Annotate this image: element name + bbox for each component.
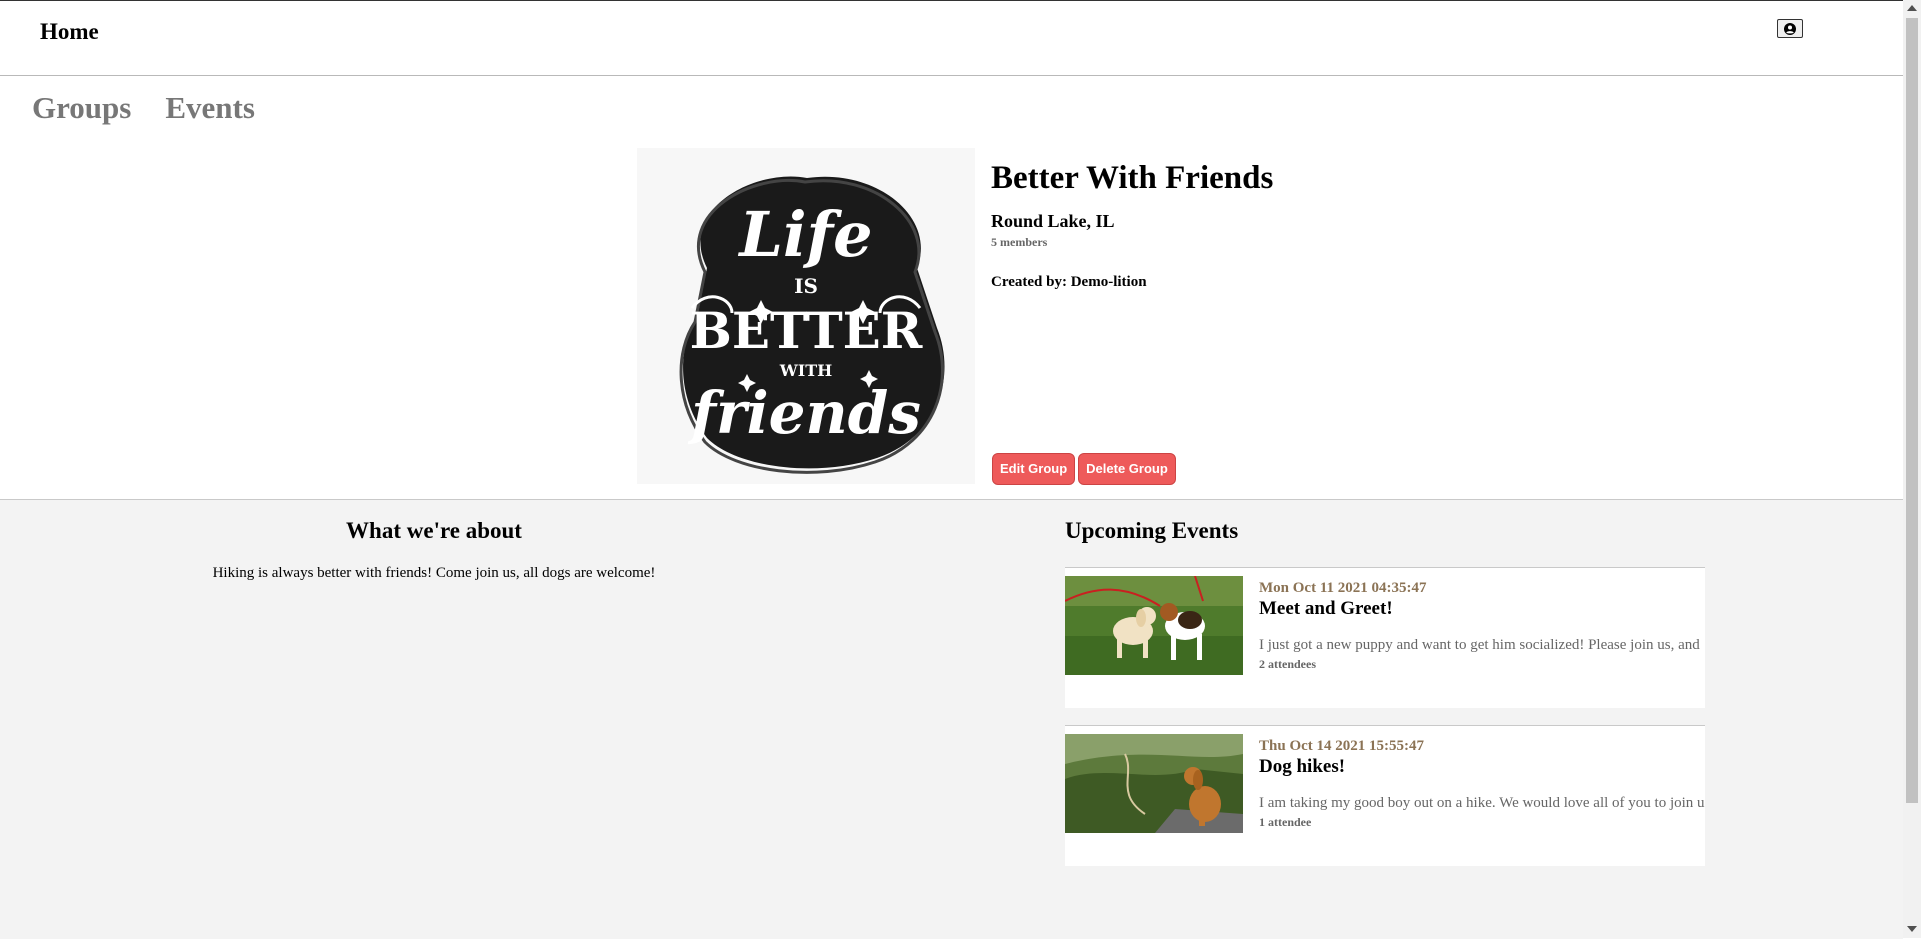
event-date: Thu Oct 14 2021 15:55:47 [1259, 738, 1424, 754]
group-info: Better With Friends Round Lake, IL 5 mem… [991, 160, 1591, 291]
event-card[interactable]: Thu Oct 14 2021 15:55:47 Dog hikes! I am… [1065, 725, 1705, 866]
event-image-dogs-meeting [1065, 576, 1243, 675]
svg-text:BETTER: BETTER [690, 301, 923, 360]
tab-groups[interactable]: Groups [32, 90, 131, 125]
svg-text:WITH: WITH [779, 361, 832, 380]
event-name[interactable]: Meet and Greet! [1259, 598, 1705, 620]
event-details: Thu Oct 14 2021 15:55:47 Dog hikes! I am… [1259, 738, 1705, 830]
event-date: Mon Oct 11 2021 04:35:47 [1259, 580, 1427, 596]
upcoming-events-title: Upcoming Events [1065, 518, 1239, 543]
scroll-up-arrow-icon[interactable] [1907, 5, 1917, 11]
event-card[interactable]: Mon Oct 11 2021 04:35:47 Meet and Greet!… [1065, 567, 1705, 708]
tab-events[interactable]: Events [165, 90, 255, 125]
group-creator: Created by: Demo-lition [991, 274, 1147, 290]
edit-group-button[interactable]: Edit Group [992, 453, 1076, 485]
group-location: Round Lake, IL [991, 211, 1115, 231]
group-name: Better With Friends [991, 160, 1274, 196]
page-scrollbar[interactable] [1903, 0, 1921, 938]
about-text: Hiking is always better with friends! Co… [212, 565, 656, 581]
home-link[interactable]: Home [40, 19, 99, 45]
life-is-better-with-friends-logo: Life IS BETTER WITH friends [637, 148, 975, 484]
svg-text:Life: Life [737, 198, 872, 271]
group-members-count: 5 members [991, 235, 1048, 249]
group-actions: Edit Group Delete Group [992, 453, 1176, 485]
event-image-dog-hike [1065, 734, 1243, 833]
event-details: Mon Oct 11 2021 04:35:47 Meet and Greet!… [1259, 580, 1705, 672]
group-image: Life IS BETTER WITH friends [637, 148, 975, 484]
delete-group-button[interactable]: Delete Group [1078, 453, 1176, 485]
scroll-down-arrow-icon[interactable] [1907, 926, 1917, 932]
profile-button[interactable] [1777, 19, 1803, 38]
group-details-section: What we're about Hiking is always better… [0, 499, 1903, 939]
event-attendees: 1 attendee [1259, 815, 1312, 829]
about-title: What we're about [346, 518, 522, 543]
user-circle-icon [1784, 22, 1796, 35]
section-tabs: Groups Events [32, 90, 285, 126]
event-name[interactable]: Dog hikes! [1259, 756, 1705, 778]
top-navbar: Home [0, 1, 1903, 76]
svg-text:IS: IS [794, 274, 818, 298]
scrollbar-thumb[interactable] [1906, 18, 1918, 803]
event-attendees: 2 attendees [1259, 657, 1316, 671]
event-description: I just got a new puppy and want to get h… [1259, 637, 1705, 653]
event-description: I am taking my good boy out on a hike. W… [1259, 795, 1705, 811]
svg-text:friends: friends [687, 379, 921, 447]
